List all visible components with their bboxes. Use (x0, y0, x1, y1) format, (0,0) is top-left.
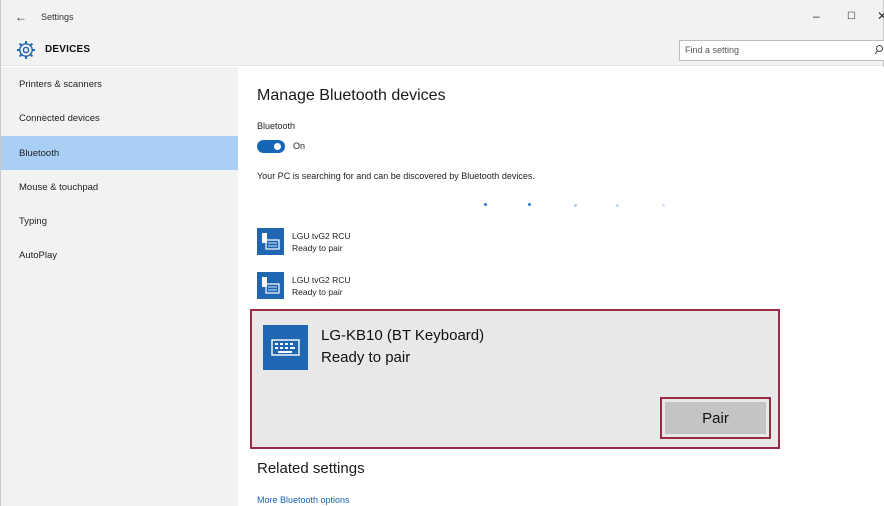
progress-dot (574, 204, 577, 207)
close-button[interactable]: ✕ (877, 9, 884, 23)
keyboard-icon (263, 325, 308, 370)
window-title: Settings (41, 12, 74, 22)
device-name: LGU tvG2 RCU (292, 275, 351, 285)
sidebar-item-typing[interactable]: Typing (1, 204, 238, 238)
progress-dot (662, 204, 665, 207)
page-title: Manage Bluetooth devices (257, 87, 446, 104)
gear-icon (17, 41, 35, 59)
section-heading: DEVICES (45, 44, 91, 55)
main-content: Manage Bluetooth devices Bluetooth On Yo… (238, 67, 884, 506)
toggle-state-label: On (293, 141, 306, 151)
bluetooth-label: Bluetooth (257, 121, 296, 131)
sidebar-item-printers-scanners[interactable]: Printers & scanners (1, 67, 238, 101)
sidebar-item-bluetooth[interactable]: Bluetooth (1, 136, 238, 170)
page-header: DEVICES Find a setting (1, 34, 884, 66)
progress-dot (528, 203, 531, 206)
device-status: Ready to pair (292, 287, 343, 297)
toggle-knob (274, 143, 281, 150)
discovery-description: Your PC is searching for and can be disc… (257, 171, 535, 181)
sidebar: Printers & scanners Connected devices Bl… (1, 67, 238, 506)
sidebar-item-mouse-touchpad[interactable]: Mouse & touchpad (1, 170, 238, 204)
bluetooth-toggle[interactable] (257, 140, 285, 153)
device-name: LGU tvG2 RCU (292, 231, 351, 241)
device-list-item[interactable]: LGU tvG2 RCU Ready to pair (257, 228, 557, 258)
selected-device-name: LG-KB10 (BT Keyboard) (321, 327, 485, 344)
related-settings-heading: Related settings (257, 460, 365, 477)
remote-control-icon (257, 228, 284, 255)
selected-device-status: Ready to pair (321, 349, 411, 366)
sidebar-item-connected-devices[interactable]: Connected devices (1, 101, 238, 135)
device-list-item[interactable]: LGU tvG2 RCU Ready to pair (257, 272, 557, 302)
maximize-button[interactable]: ☐ (847, 11, 856, 22)
back-arrow-icon[interactable]: ← (15, 10, 27, 24)
more-bluetooth-options-link[interactable]: More Bluetooth options (257, 495, 350, 505)
title-bar: ← Settings – ☐ ✕ (1, 0, 884, 34)
search-icon[interactable] (874, 44, 884, 56)
sidebar-item-autoplay[interactable]: AutoPlay (1, 238, 238, 272)
settings-window: ← Settings – ☐ ✕ DEVICES Find a setting (0, 0, 884, 506)
device-status: Ready to pair (292, 243, 343, 253)
sidebar-item-label: Mouse & touchpad (19, 182, 99, 193)
progress-dot (616, 204, 619, 207)
search-placeholder: Find a setting (685, 45, 740, 55)
sidebar-item-label: Printers & scanners (19, 79, 102, 90)
sidebar-item-label: Bluetooth (19, 148, 60, 159)
pair-button-label: Pair (665, 402, 766, 434)
sidebar-item-label: Typing (19, 216, 47, 227)
selected-device-card[interactable]: LG-KB10 (BT Keyboard) Ready to pair Pair (250, 309, 780, 449)
minimize-button[interactable]: – (813, 9, 820, 23)
sidebar-item-label: AutoPlay (19, 250, 58, 261)
sidebar-item-label: Connected devices (19, 113, 100, 124)
pair-button[interactable]: Pair (660, 397, 771, 439)
remote-control-icon (257, 272, 284, 299)
search-input[interactable]: Find a setting (679, 40, 884, 61)
progress-dot (484, 203, 487, 206)
